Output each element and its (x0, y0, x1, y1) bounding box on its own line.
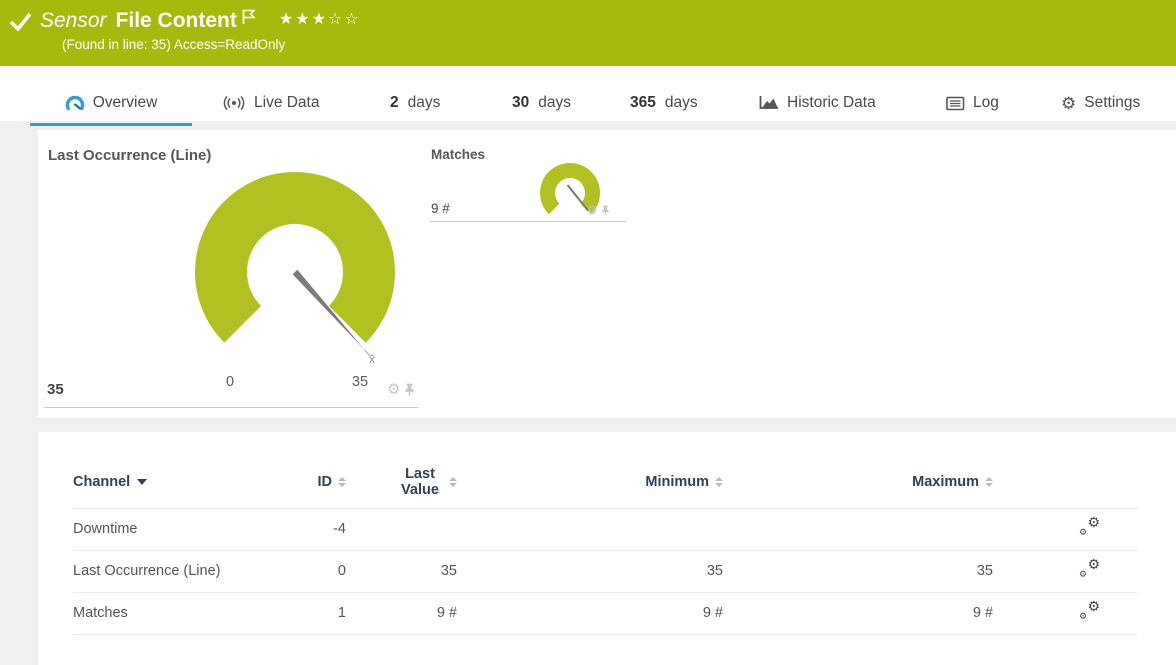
tab-label: Log (973, 94, 999, 111)
mean-marker: x̄ (369, 352, 375, 366)
widget-gear-icon[interactable]: ⚙ (387, 382, 400, 397)
tab-log[interactable]: Log (946, 94, 999, 112)
column-header-id[interactable]: ID (266, 456, 346, 509)
channel-name: Downtime (73, 508, 266, 551)
tab-label: days (407, 94, 441, 111)
sort-icon (449, 476, 457, 487)
column-header-channel[interactable]: Channel (73, 456, 266, 509)
edit-channel-icon[interactable]: ⚙ ⚙ (1079, 557, 1100, 579)
divider (44, 407, 418, 408)
main-gauge-title: Last Occurrence (Line) (48, 147, 212, 164)
sort-icon (338, 476, 346, 487)
main-gauge-arc (195, 171, 396, 343)
tab-label: Overview (92, 94, 158, 111)
tab-number: 30 (512, 94, 530, 111)
matches-gauge-title: Matches (431, 147, 486, 162)
channel-last-value (346, 508, 457, 551)
channel-id: 0 (266, 550, 346, 593)
tab-overview[interactable]: Overview (30, 94, 192, 126)
sensor-title: File Content (115, 9, 237, 32)
channel-minimum: 35 (457, 550, 723, 593)
channel-minimum: 9 # (457, 592, 723, 635)
tab-label: Settings (1084, 94, 1141, 111)
main-gauge-min-label: 0 (226, 374, 234, 390)
column-header-actions (993, 456, 1138, 509)
tab-number: 365 (630, 94, 656, 111)
gear-icon: ⚙ (1061, 93, 1077, 113)
channels-table: Channel ID Last Value Minimum Maximum Do… (73, 456, 1138, 635)
tab-label: Historic Data (787, 94, 876, 111)
sensor-status-message: (Found in line: 35) Access=ReadOnly (62, 37, 286, 52)
main-gauge-max-label: 35 (352, 374, 368, 390)
gauge-graphics: x̄ 0 35 (195, 162, 600, 390)
table-row: Matches 1 9 # 9 # 9 # ⚙ ⚙ (73, 592, 1138, 635)
tab-bar: Overview Live Data 2 days 30 days 365 da… (0, 66, 1176, 126)
log-list-icon (946, 96, 965, 110)
channel-last-value: 35 (346, 550, 457, 593)
sensor-header: Sensor File Content ★★★☆☆ (Found in line… (0, 0, 1176, 66)
status-ok-icon (9, 12, 32, 31)
tab-historic-data[interactable]: Historic Data (758, 94, 876, 112)
tab-365-days[interactable]: 365 days (630, 94, 698, 112)
sensor-kind-label: Sensor (40, 9, 107, 32)
sorted-desc-icon (137, 478, 148, 485)
widget-pin-icon[interactable] (601, 205, 610, 216)
priority-stars[interactable]: ★★★☆☆ (279, 9, 361, 29)
channel-id: 1 (266, 592, 346, 635)
column-header-last-value[interactable]: Last Value (346, 456, 457, 509)
sort-icon (715, 476, 723, 487)
stars-empty[interactable]: ☆☆ (328, 11, 361, 28)
tab-30-days[interactable]: 30 days (512, 94, 571, 112)
sort-icon (985, 476, 993, 487)
channel-maximum (723, 508, 993, 551)
edit-channel-icon[interactable]: ⚙ ⚙ (1079, 599, 1100, 621)
edit-channel-icon[interactable]: ⚙ ⚙ (1079, 515, 1100, 537)
column-header-maximum[interactable]: Maximum (723, 456, 993, 509)
matches-gauge-value: 9 # (431, 201, 450, 216)
tab-label: days (538, 94, 571, 111)
table-header-row: Channel ID Last Value Minimum Maximum (73, 456, 1138, 509)
channel-maximum: 9 # (723, 592, 993, 635)
broadcast-icon (223, 95, 245, 111)
channel-id: -4 (266, 508, 346, 551)
stars-filled[interactable]: ★★★ (279, 11, 328, 28)
tab-label: Live Data (254, 94, 320, 111)
tab-number: 2 (390, 94, 399, 111)
table-row: Last Occurrence (Line) 0 35 35 35 ⚙ ⚙ (73, 550, 1138, 593)
channels-panel: Channel ID Last Value Minimum Maximum Do… (38, 432, 1176, 665)
table-row: Downtime -4 ⚙ ⚙ (73, 508, 1138, 551)
channel-name: Last Occurrence (Line) (73, 550, 266, 593)
column-header-minimum[interactable]: Minimum (457, 456, 723, 509)
channel-maximum: 35 (723, 550, 993, 593)
channel-last-value: 9 # (346, 592, 457, 635)
gauge-icon (65, 95, 84, 111)
sensor-overview-page: Sensor File Content ★★★☆☆ (Found in line… (0, 0, 1176, 665)
area-chart-icon (759, 96, 778, 109)
divider (430, 221, 626, 222)
channel-name: Matches (73, 592, 266, 635)
main-gauge-value: 35 (47, 381, 64, 398)
tab-2-days[interactable]: 2 days (390, 94, 440, 112)
widget-gear-icon[interactable]: ⚙ (587, 204, 598, 216)
widget-pin-icon[interactable] (404, 383, 415, 397)
tab-live-data[interactable]: Live Data (222, 94, 319, 112)
tab-label: days (664, 94, 698, 111)
gauges-panel: x̄ 0 35 Last Occurrence (Line) 35 ⚙ Matc… (38, 130, 1176, 418)
priority-flag-icon[interactable] (242, 9, 257, 25)
channel-minimum (457, 508, 723, 551)
tab-settings[interactable]: ⚙ Settings (1061, 94, 1140, 112)
